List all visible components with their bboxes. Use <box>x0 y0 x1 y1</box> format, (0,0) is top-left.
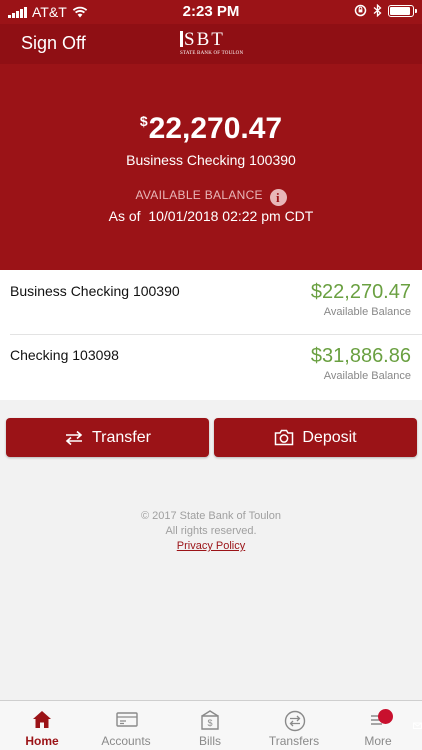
tab-label: Bills <box>198 734 221 748</box>
account-row[interactable]: Checking 103098 $31,886.86 Available Bal… <box>0 334 422 398</box>
tab-label: More <box>364 734 392 748</box>
account-balance: $22,270.47 <box>310 281 411 303</box>
logo-subtext: STATE BANK OF TOULON <box>180 51 244 56</box>
balance-amount: $22,270.47 <box>0 112 422 146</box>
bank-logo: SBT STATE BANK OF TOULON <box>180 30 244 58</box>
bills-icon: $ <box>201 710 219 730</box>
deposit-button[interactable]: Deposit <box>214 418 417 457</box>
account-balance: $31,886.86 <box>310 345 411 367</box>
transfer-label: Transfer <box>92 428 151 446</box>
as-of-label: As of <box>108 208 141 224</box>
tab-label: Transfers <box>268 734 320 748</box>
tab-bills[interactable]: $ Bills <box>168 701 252 750</box>
message-badge-icon <box>378 709 422 729</box>
accounts-icon <box>116 712 138 727</box>
currency-symbol: $ <box>139 113 148 129</box>
account-name: Business Checking 100390 <box>10 283 180 299</box>
balance-value: 22,270.47 <box>148 112 283 145</box>
svg-text:$: $ <box>207 718 212 728</box>
account-balance-label: Available Balance <box>323 306 411 318</box>
privacy-policy-link[interactable]: Privacy Policy <box>177 540 245 552</box>
as-of-value: 10/01/2018 02:22 pm CDT <box>148 208 314 224</box>
balance-summary: $22,270.47 Business Checking 100390 <box>0 112 422 168</box>
deposit-label: Deposit <box>302 428 357 446</box>
transfer-button[interactable]: Transfer <box>6 418 209 457</box>
as-of-line: As of 10/01/2018 02:22 pm CDT <box>0 208 422 224</box>
rights-text: All rights reserved. <box>165 525 257 537</box>
tab-label: Home <box>25 734 59 748</box>
balance-account-name: Business Checking 100390 <box>126 152 296 168</box>
account-name: Checking 103098 <box>10 347 119 363</box>
info-icon[interactable]: i <box>269 189 287 206</box>
account-balance-label: Available Balance <box>323 370 411 382</box>
tab-bar: Home Accounts $ Bills Transfers More <box>0 700 422 750</box>
copyright-text: © 2017 State Bank of Toulon <box>140 510 281 522</box>
tab-more[interactable]: More <box>336 701 422 750</box>
tab-home[interactable]: Home <box>0 701 84 750</box>
home-icon <box>33 711 51 728</box>
account-row[interactable]: Business Checking 100390 $22,270.47 Avai… <box>0 270 422 334</box>
logo-mark: SBT <box>180 30 225 49</box>
status-bar: AT&T 2:23 PM <box>0 0 422 24</box>
battery-icon <box>388 4 417 17</box>
status-right <box>354 4 417 17</box>
account-list: Business Checking 100390 $22,270.47 Avai… <box>0 270 422 400</box>
available-balance-line: AVAILABLE BALANCE i <box>0 188 422 206</box>
footer: © 2017 State Bank of Toulon All rights r… <box>0 509 422 554</box>
camera-icon <box>275 429 294 446</box>
battery-level <box>390 6 410 15</box>
sign-off-button[interactable]: Sign Off <box>21 33 86 54</box>
orientation-lock-icon <box>354 4 367 17</box>
transfers-icon <box>284 710 306 732</box>
tab-label: Accounts <box>101 734 151 748</box>
tab-accounts[interactable]: Accounts <box>84 701 168 750</box>
tab-transfers[interactable]: Transfers <box>252 701 336 750</box>
transfer-arrows-icon <box>65 430 83 445</box>
bluetooth-icon <box>373 4 382 17</box>
nav-bar: Sign Off SBT STATE BANK OF TOULON <box>0 24 422 64</box>
available-balance-label: AVAILABLE BALANCE <box>135 188 263 202</box>
